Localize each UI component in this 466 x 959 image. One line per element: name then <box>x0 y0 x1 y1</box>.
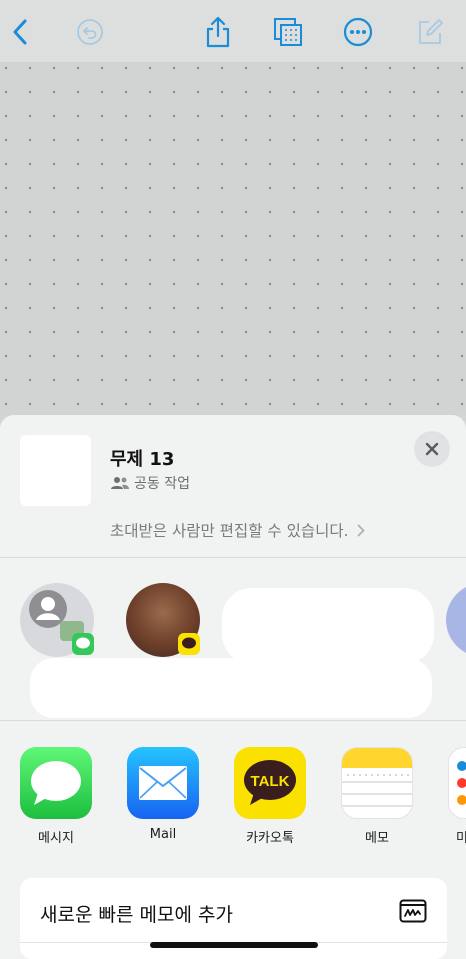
undo-icon[interactable] <box>72 14 108 50</box>
note-canvas[interactable] <box>0 0 466 415</box>
people-icon <box>111 477 129 489</box>
app-label: 카카오톡 <box>246 831 294 846</box>
mail-icon <box>127 747 199 819</box>
kakaotalk-icon-text: TALK <box>251 773 290 790</box>
app-messages[interactable]: 메시지 <box>20 747 92 846</box>
share-sheet: 무제 13 공동 작업 초대받은 사람만 편집할 수 있습니다. 메시지 Mai… <box>0 415 466 959</box>
notes-icon <box>341 747 413 819</box>
note-title: 무제 13 <box>110 449 175 470</box>
collaboration-text: 공동 작업 <box>134 476 190 492</box>
messages-icon <box>20 747 92 819</box>
reminders-icon <box>448 747 466 819</box>
messages-badge-icon <box>72 633 94 655</box>
app-label: 메시지 <box>38 831 74 846</box>
compose-icon[interactable] <box>412 14 448 50</box>
contact-avatar[interactable] <box>446 583 466 657</box>
app-kakaotalk[interactable]: TALK 카카오톡 <box>234 747 306 846</box>
app-mail[interactable]: Mail <box>127 747 199 842</box>
note-thumbnail <box>20 435 91 506</box>
more-icon[interactable] <box>340 14 376 50</box>
people-row <box>0 558 466 720</box>
redacted-area <box>222 588 434 664</box>
chevron-right-icon <box>357 524 365 536</box>
share-icon[interactable] <box>200 14 236 50</box>
kakaotalk-badge-icon <box>178 633 200 655</box>
close-icon <box>425 442 439 456</box>
redacted-area <box>30 658 432 718</box>
back-chevron-icon[interactable] <box>2 14 38 50</box>
contact-avatar[interactable] <box>20 583 94 657</box>
permission-text: 초대받은 사람만 편집할 수 있습니다. <box>110 522 349 540</box>
close-button[interactable] <box>414 431 450 467</box>
grid-view-icon[interactable] <box>270 14 306 50</box>
app-label: Mail <box>149 827 177 842</box>
home-indicator[interactable] <box>150 942 318 948</box>
app-reminders[interactable]: 미 <box>448 747 466 846</box>
quick-note-icon <box>399 899 427 923</box>
toolbar <box>0 0 466 62</box>
contact-avatar[interactable] <box>126 583 200 657</box>
apps-row: 메시지 Mail TALK 카카오톡 메모 미 <box>0 721 466 851</box>
kakaotalk-icon: TALK <box>234 747 306 819</box>
quick-note-label: 새로운 빠른 메모에 추가 <box>40 904 233 926</box>
app-label: 미 <box>456 831 466 846</box>
app-label: 메모 <box>365 831 389 846</box>
collaboration-label: 공동 작업 <box>110 473 190 493</box>
permission-row[interactable]: 초대받은 사람만 편집할 수 있습니다. <box>110 519 365 541</box>
app-notes[interactable]: 메모 <box>341 747 413 846</box>
